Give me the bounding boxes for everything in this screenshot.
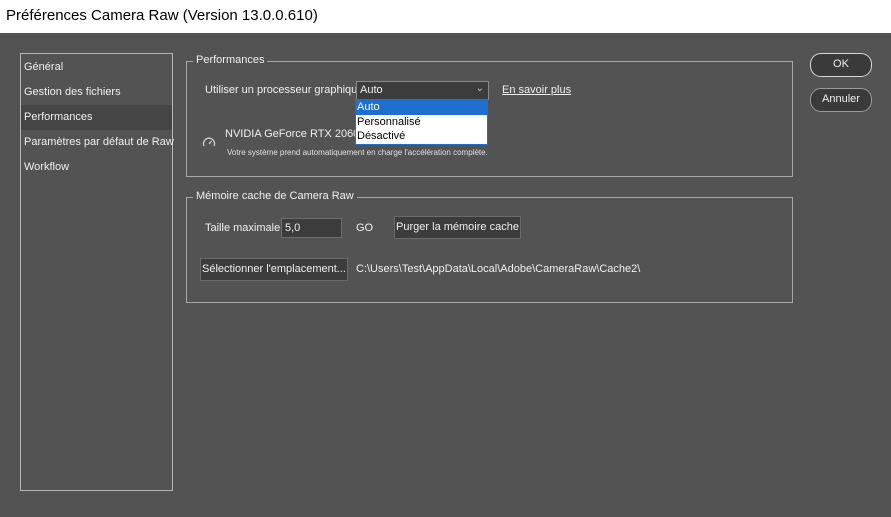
dropdown-option-custom[interactable]: Personnalisé [356,115,487,130]
cache-size-input[interactable]: 5,0 [281,218,342,238]
sidebar-item-raw-defaults[interactable]: Paramètres par défaut de Raw [21,130,174,155]
performances-group-title: Performances [193,54,268,66]
gpu-select[interactable]: Auto ⌄ [356,81,489,100]
performances-group: Performances Utiliser un processeur grap… [186,54,793,177]
gpu-note: Votre système prend automatiquement en c… [227,148,488,157]
cache-location-path: C:\Users\Test\AppData\Local\Adobe\Camera… [356,263,641,275]
gpu-label: Utiliser un processeur graphique : [205,84,370,96]
ok-button[interactable]: OK [810,53,872,77]
cache-size-label: Taille maximale : [205,222,287,234]
purge-cache-button[interactable]: Purger la mémoire cache [394,216,521,239]
sidebar: Général Gestion des fichiers Performance… [20,53,174,491]
cancel-button[interactable]: Annuler [810,88,872,112]
dropdown-option-disabled[interactable]: Désactivé [356,129,487,144]
sidebar-item-performances[interactable]: Performances [21,105,172,130]
select-location-button[interactable]: Sélectionner l'emplacement... [200,258,348,281]
cache-group-title: Mémoire cache de Camera Raw [193,190,357,202]
sidebar-item-general[interactable]: Général [21,55,172,80]
sidebar-item-file-handling[interactable]: Gestion des fichiers [21,80,172,105]
gpu-select-value: Auto [360,84,383,96]
window-title: Préférences Camera Raw (Version 13.0.0.6… [0,0,891,33]
dropdown-option-auto[interactable]: Auto [356,100,487,115]
gpu-dropdown-list[interactable]: Auto Personnalisé Désactivé [355,99,488,145]
speedometer-icon [202,137,216,147]
chevron-down-icon: ⌄ [475,83,484,94]
sidebar-item-workflow[interactable]: Workflow [21,155,172,180]
cache-size-unit: GO [356,222,374,234]
learn-more-link[interactable]: En savoir plus [502,84,571,96]
cache-group: Mémoire cache de Camera Raw Taille maxim… [186,190,793,303]
